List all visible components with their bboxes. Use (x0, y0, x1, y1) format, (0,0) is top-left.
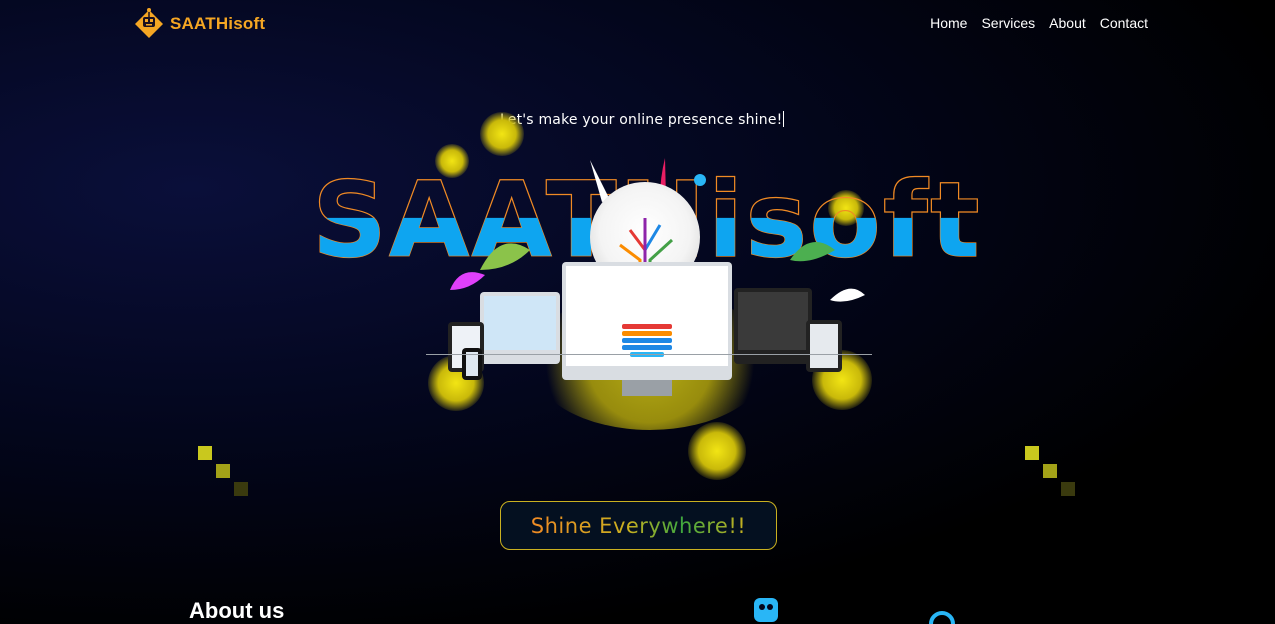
ring-icon (929, 611, 955, 624)
nav-about[interactable]: About (1049, 15, 1086, 31)
imac-stand (622, 380, 672, 396)
right-tablet-screen (810, 324, 838, 368)
shine-everywhere-button[interactable]: Shine Everywhere!! (500, 501, 777, 550)
top-navbar: SAATHisoft Home Services About Contact (0, 0, 1275, 46)
right-monitor (734, 288, 812, 364)
nav-services[interactable]: Services (981, 15, 1035, 31)
hero-tagline-text: Let's make your online presence shine! (500, 112, 783, 128)
text-caret (783, 111, 785, 127)
imac-monitor (562, 262, 732, 380)
nav-home[interactable]: Home (930, 15, 967, 31)
pixel-decoration (198, 446, 212, 460)
bulb-base-icon (622, 324, 672, 357)
horizon-line (426, 354, 872, 355)
hero-illustration: SAATHisoft SAATHisoft (300, 112, 980, 480)
brand-name: SAATHisoft (170, 14, 266, 33)
alien-icon (754, 598, 778, 622)
about-heading: About us (189, 598, 285, 623)
pixel-decoration (1043, 464, 1057, 478)
hero-tagline: Let's make your online presence shine! (500, 111, 785, 128)
robot-icon (134, 6, 164, 42)
pixel-decoration (1061, 482, 1075, 496)
right-tablet (806, 320, 842, 372)
nav-contact[interactable]: Contact (1100, 15, 1148, 31)
brand-logo[interactable]: SAATHisoft (134, 6, 265, 42)
pixel-decoration (1025, 446, 1039, 460)
left-phone (462, 348, 482, 380)
glow-orb (688, 422, 746, 480)
pixel-decoration (234, 482, 248, 496)
cta-label: Shine Everywhere!! (530, 513, 747, 538)
left-monitor-screen (484, 296, 556, 350)
left-phone-screen (466, 352, 478, 376)
pixel-decoration (216, 464, 230, 478)
nav-links: Home Services About Contact (930, 15, 1148, 31)
right-monitor-screen (738, 292, 808, 350)
